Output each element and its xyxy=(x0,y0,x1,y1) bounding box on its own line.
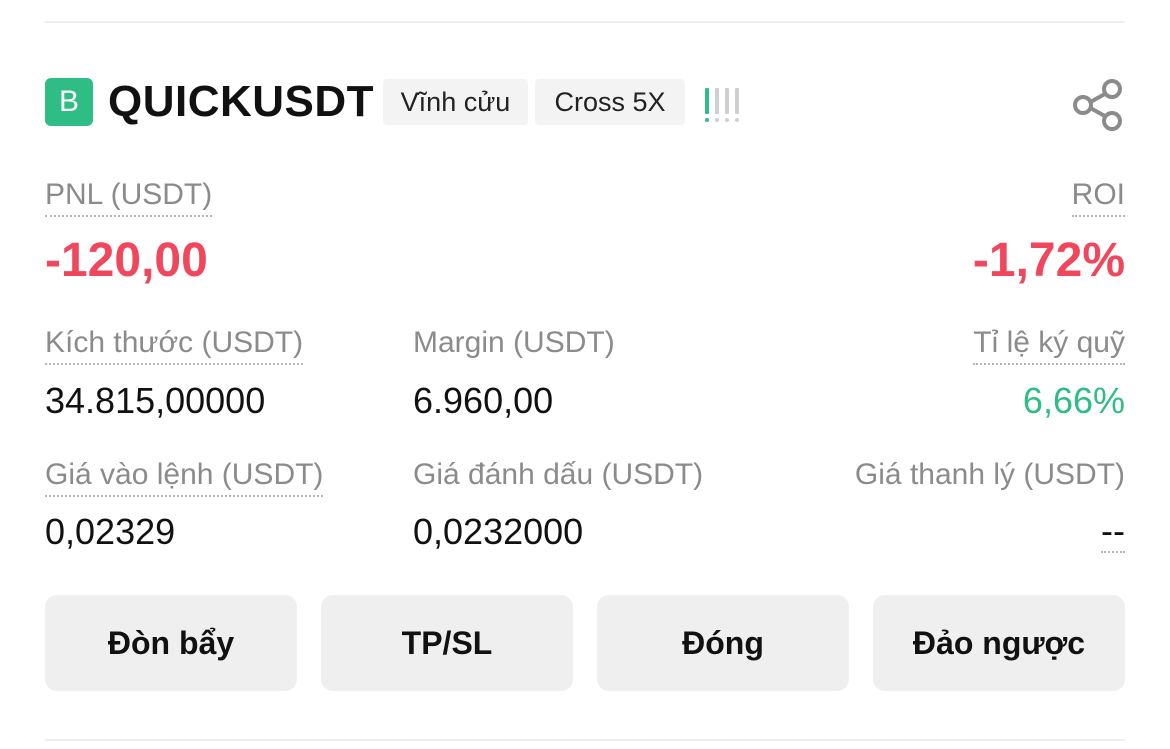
adl-bar xyxy=(735,88,739,114)
margin-ratio-value: 6,66% xyxy=(1022,380,1125,421)
tpsl-button[interactable]: TP/SL xyxy=(321,595,573,691)
liq-price-label: Giá thanh lý (USDT) xyxy=(854,458,1125,491)
liq-price-value[interactable]: -- xyxy=(1101,511,1125,553)
side-badge: B xyxy=(45,78,93,126)
share-icon[interactable] xyxy=(1071,78,1125,132)
entry-price-label[interactable]: Giá vào lệnh (USDT) xyxy=(45,457,324,497)
size-value: 34.815,00000 xyxy=(45,380,266,421)
adl-bar xyxy=(725,88,729,114)
contract-type-tag: Vĩnh cửu xyxy=(383,79,528,125)
leverage-button[interactable]: Đòn bẩy xyxy=(45,595,297,691)
close-position-button[interactable]: Đóng xyxy=(597,595,849,691)
top-divider xyxy=(45,21,1125,23)
adl-dot xyxy=(725,118,729,122)
margin-label: Margin (USDT) xyxy=(413,326,615,359)
adl-dot xyxy=(715,118,719,122)
entry-price-value: 0,02329 xyxy=(45,511,176,552)
adl-bar xyxy=(715,88,719,114)
mark-price-label: Giá đánh dấu (USDT) xyxy=(413,458,704,491)
roi-value: -1,72% xyxy=(972,234,1125,287)
margin-ratio-label[interactable]: Tỉ lệ ký quỹ xyxy=(973,325,1125,365)
pnl-label[interactable]: PNL (USDT) xyxy=(45,177,213,217)
margin-value: 6.960,00 xyxy=(413,380,554,421)
adl-dot xyxy=(705,118,709,122)
size-label[interactable]: Kích thước (USDT) xyxy=(45,325,304,365)
pnl-value: -120,00 xyxy=(45,234,208,287)
symbol-title[interactable]: QUICKUSDT xyxy=(108,76,374,128)
adl-bar xyxy=(705,88,709,114)
position-header: B QUICKUSDT Vĩnh cửu Cross 5X xyxy=(45,76,1125,131)
bottom-divider xyxy=(45,739,1125,741)
mark-price-value: 0,0232000 xyxy=(413,511,584,552)
margin-mode-tag[interactable]: Cross 5X xyxy=(535,79,685,125)
reverse-position-button[interactable]: Đảo ngược xyxy=(873,595,1125,691)
adl-indicator-icon[interactable] xyxy=(703,86,745,122)
adl-dot xyxy=(735,118,739,122)
roi-label[interactable]: ROI xyxy=(1071,177,1125,217)
